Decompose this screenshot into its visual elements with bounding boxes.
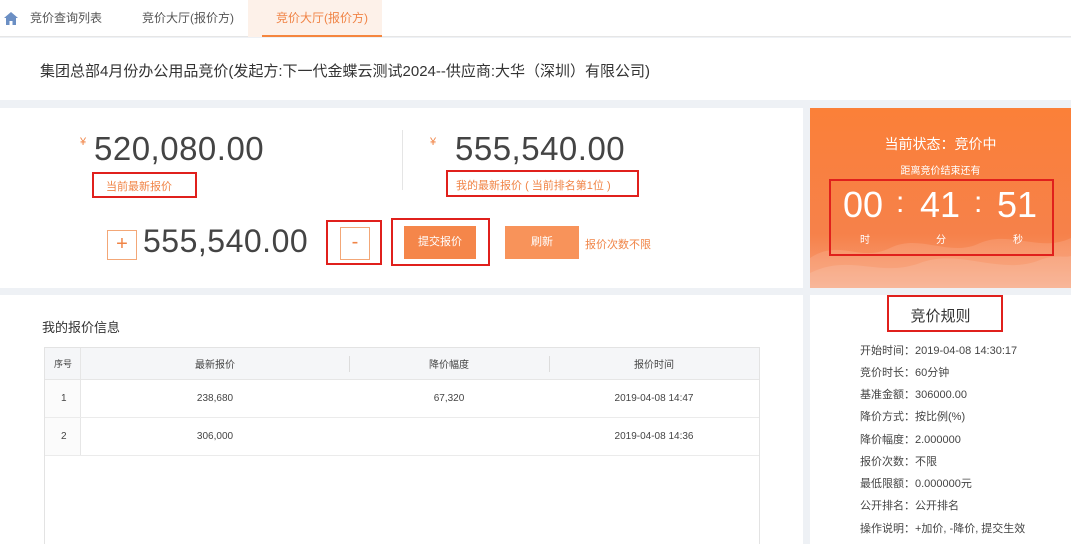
- rule-duration: 竞价时长：60分钟: [860, 367, 950, 379]
- price-panel: ¥ 520,080.00 当前最新报价 ¥ 555,540.00 我的最新报价 …: [0, 108, 803, 288]
- row-drop: [349, 418, 549, 455]
- bid-info-title: 我的报价信息: [42, 320, 121, 335]
- tab-bid-hall-1[interactable]: 竞价大厅(报价方): [142, 0, 234, 37]
- col-header-price: 最新报价: [195, 360, 235, 371]
- row-drop: 67,320: [433, 393, 465, 404]
- my-price-label-text: 我的最新报价: [456, 180, 522, 192]
- row-price: 238,680: [196, 393, 234, 404]
- table-header: 序号 最新报价 降价幅度 报价时间: [45, 348, 759, 380]
- row-time: 2019-04-08 14:47: [614, 393, 694, 404]
- rule-min-limit: 最低限额：0.000000元: [860, 478, 972, 490]
- row-time: 2019-04-08 14:36: [614, 431, 694, 442]
- bid-rules-panel: 竞价规则 开始时间：2019-04-08 14:30:17 竞价时长：60分钟 …: [810, 295, 1071, 544]
- latest-price-label: 当前最新报价: [106, 181, 172, 193]
- rule-drop-method: 降价方式：按比例(%): [860, 411, 966, 423]
- my-price-label: 我的最新报价 ( 当前排名第1位 ): [456, 177, 611, 193]
- rules-title: 竞价规则: [910, 308, 971, 325]
- decrease-button[interactable]: -: [340, 227, 370, 260]
- table-row[interactable]: 1 238,680 67,320 2019-04-08 14:47: [45, 380, 759, 418]
- increase-button[interactable]: +: [107, 230, 137, 260]
- bid-limit-note: 报价次数不限: [585, 239, 651, 251]
- bid-info-panel: 我的报价信息 序号 最新报价 降价幅度 报价时间 1 238,680 67,32…: [0, 295, 803, 544]
- second-unit: 秒: [1013, 235, 1023, 246]
- rule-drop-amount: 降价幅度：2.000000: [860, 434, 961, 446]
- rule-public-rank: 公开排名：公开排名: [860, 500, 959, 512]
- bid-history-table: 序号 最新报价 降价幅度 报价时间 1 238,680 67,320 2019-…: [44, 347, 760, 544]
- home-icon[interactable]: [4, 12, 18, 25]
- remaining-label: 距离竞价结束还有: [900, 166, 981, 177]
- currency-symbol: ¥: [80, 136, 87, 148]
- timer-seconds: 51: [997, 184, 1038, 225]
- my-price-value: 555,540.00: [455, 130, 626, 167]
- rule-base-amount: 基准金额：306000.00: [860, 389, 967, 401]
- timer-minutes: 41: [920, 184, 961, 225]
- my-rank-text: ( 当前排名第1位 ): [525, 180, 611, 192]
- bid-price-input[interactable]: 555,540.00: [143, 223, 308, 260]
- refresh-button[interactable]: 刷新: [505, 226, 579, 259]
- tab-bid-query-list[interactable]: 竞价查询列表: [30, 0, 102, 37]
- row-price: 306,000: [196, 431, 234, 442]
- minute-unit: 分: [936, 235, 946, 246]
- timer-panel: 当前状态：竞价中 距离竞价结束还有 00 : 41 : 51 时 分 秒: [810, 108, 1071, 288]
- rule-start-time: 开始时间：2019-04-08 14:30:17: [860, 345, 1018, 357]
- timer-hours: 00: [843, 184, 884, 225]
- page-title: 集团总部4月份办公用品竞价(发起方:下一代金蝶云测试2024--供应商:大华（深…: [40, 63, 651, 80]
- col-header-no: 序号: [53, 359, 72, 369]
- table-row[interactable]: 2 306,000 2019-04-08 14:36: [45, 418, 759, 456]
- timer-sep: :: [896, 186, 905, 219]
- status-text: 当前状态：竞价中: [884, 136, 997, 152]
- latest-price-value: 520,080.00: [94, 130, 265, 167]
- col-header-time: 报价时间: [634, 360, 674, 371]
- currency-symbol: ¥: [430, 136, 437, 148]
- timer-sep: :: [974, 186, 983, 219]
- row-no: 2: [61, 431, 67, 442]
- row-no: 1: [61, 393, 67, 404]
- col-header-drop: 降价幅度: [429, 360, 469, 371]
- rule-instructions: 操作说明：+加价, -降价, 提交生效: [860, 523, 1026, 535]
- submit-bid-button[interactable]: 提交报价: [404, 226, 476, 259]
- tab-bar: 竞价查询列表 竞价大厅(报价方) 竞价大厅(报价方): [0, 0, 1071, 37]
- hour-unit: 时: [860, 235, 870, 246]
- rule-bid-count: 报价次数：不限: [860, 456, 937, 468]
- tab-bid-hall-active[interactable]: 竞价大厅(报价方): [262, 0, 382, 37]
- price-divider: [402, 130, 403, 190]
- title-band: 集团总部4月份办公用品竞价(发起方:下一代金蝶云测试2024--供应商:大华（深…: [0, 38, 1071, 100]
